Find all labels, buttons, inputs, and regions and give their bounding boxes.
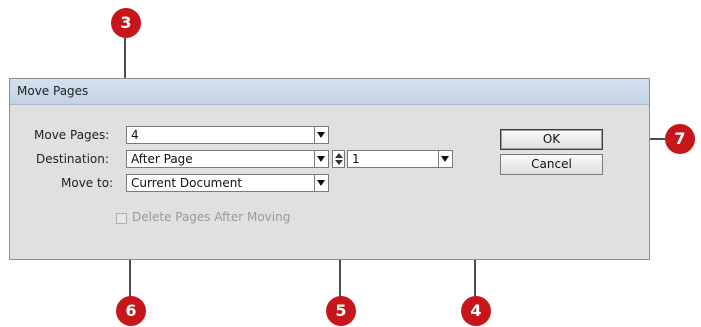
move-pages-label: Move Pages:: [34, 128, 110, 142]
move-to-dropdown-button[interactable]: [314, 175, 328, 191]
chevron-down-icon: [317, 180, 325, 186]
callout-badge-5: 5: [326, 296, 356, 326]
cancel-button[interactable]: Cancel: [500, 154, 603, 175]
delete-pages-label: Delete Pages After Moving: [132, 210, 291, 224]
move-pages-value: 4: [131, 128, 139, 142]
move-pages-dropdown-button[interactable]: [314, 127, 328, 143]
stepper-down-icon[interactable]: [335, 160, 343, 165]
destination-page-field[interactable]: 1: [347, 150, 453, 168]
callout-badge-4: 4: [461, 296, 491, 326]
move-to-value: Current Document: [131, 176, 243, 190]
destination-dropdown-button[interactable]: [314, 151, 328, 167]
move-pages-dialog: Move Pages Move Pages: 4 Destination: Af…: [9, 78, 650, 260]
move-pages-field[interactable]: 4: [126, 126, 329, 144]
stepper-up-icon[interactable]: [335, 153, 343, 158]
dialog-titlebar: Move Pages: [10, 79, 649, 105]
destination-page-dropdown-button[interactable]: [438, 151, 452, 167]
destination-select[interactable]: After Page: [126, 150, 329, 168]
move-to-label: Move to:: [61, 176, 114, 190]
page-number-stepper[interactable]: [332, 150, 345, 168]
destination-value: After Page: [131, 152, 193, 166]
destination-label: Destination:: [36, 152, 109, 166]
chevron-down-icon: [317, 156, 325, 162]
callout-badge-3: 3: [111, 8, 141, 38]
chevron-down-icon: [317, 132, 325, 138]
destination-page-value: 1: [352, 152, 360, 166]
callout-badge-7: 7: [665, 124, 695, 154]
delete-pages-checkbox[interactable]: [116, 213, 127, 224]
chevron-down-icon: [441, 156, 449, 162]
dialog-title: Move Pages: [17, 84, 89, 98]
move-to-select[interactable]: Current Document: [126, 174, 329, 192]
callout-badge-6: 6: [116, 296, 146, 326]
ok-button[interactable]: OK: [500, 129, 603, 150]
